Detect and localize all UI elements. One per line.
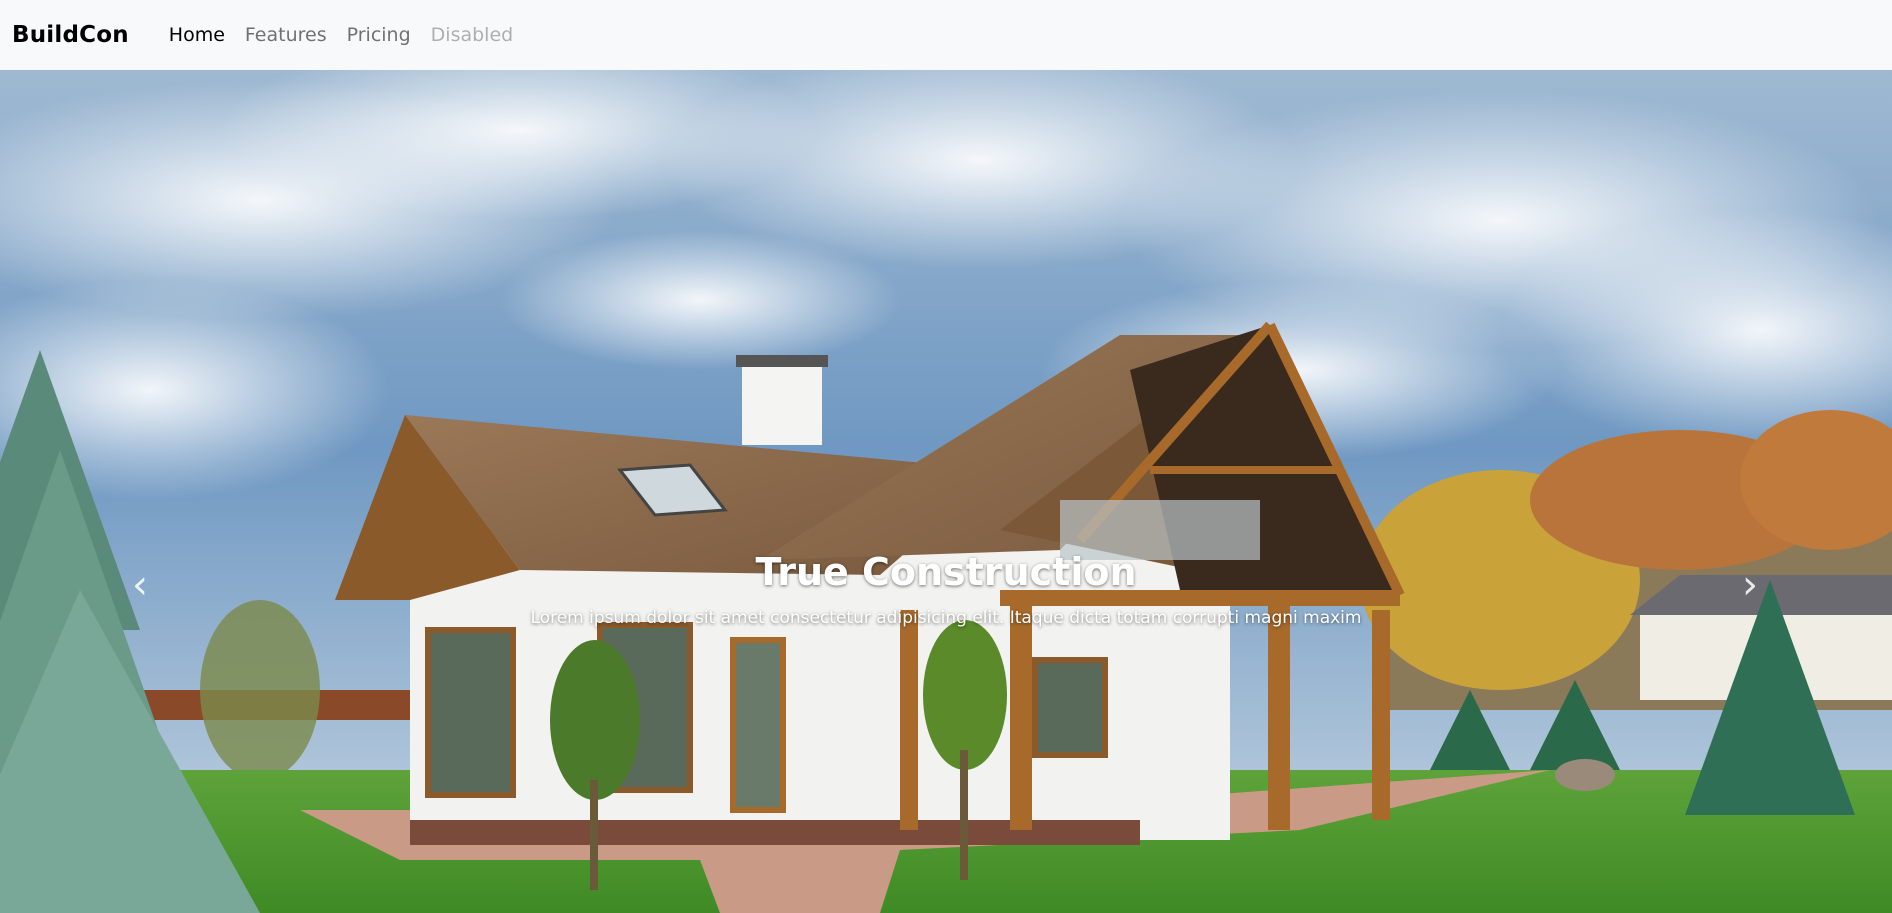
hero-carousel: ‹ › True Construction Lorem ipsum dolor … bbox=[0, 70, 1892, 913]
carousel-caption: True Construction Lorem ipsum dolor sit … bbox=[0, 550, 1892, 628]
navbar-brand[interactable]: BuildCon bbox=[12, 22, 129, 48]
nav-link-features[interactable]: Features bbox=[235, 24, 337, 46]
caption-title: True Construction bbox=[755, 550, 1137, 594]
nav-link-home[interactable]: Home bbox=[159, 24, 235, 46]
nav-links: Home Features Pricing Disabled bbox=[159, 24, 523, 46]
navbar: BuildCon Home Features Pricing Disabled bbox=[0, 0, 1892, 70]
nav-link-disabled: Disabled bbox=[430, 24, 514, 46]
nav-link-pricing[interactable]: Pricing bbox=[337, 24, 421, 46]
hero-image bbox=[0, 70, 1892, 913]
caption-text: Lorem ipsum dolor sit amet consectetur a… bbox=[530, 607, 1362, 628]
